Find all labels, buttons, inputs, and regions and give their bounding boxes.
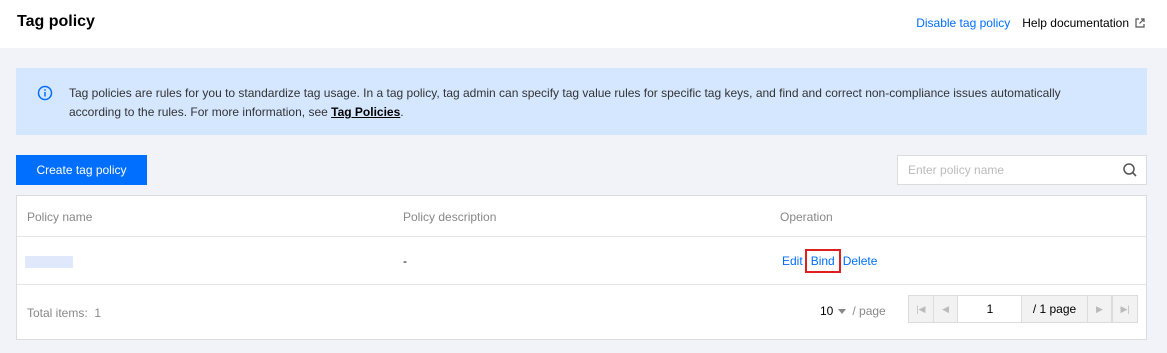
page-size-select[interactable]: 10 / page (820, 304, 886, 318)
notice-suffix: . (400, 105, 404, 119)
notice-body: Tag policies are rules for you to standa… (69, 86, 1061, 119)
edit-link[interactable]: Edit (782, 254, 803, 268)
bind-highlight: Bind (804, 249, 841, 273)
chevron-down-icon (838, 308, 847, 314)
disable-tag-policy-link[interactable]: Disable tag policy (916, 16, 1010, 30)
help-documentation-link[interactable]: Help documentation (1022, 16, 1145, 30)
info-icon (37, 85, 53, 101)
table-footer: Total items: 1 10 / page |◀ ◀ / 1 page ▶… (17, 285, 1146, 340)
last-page-icon[interactable]: ▶| (1112, 296, 1137, 322)
page-header: Tag policy Disable tag policy Help docum… (0, 0, 1167, 48)
policy-description: - (403, 254, 407, 268)
total-items-label: Total items: (27, 306, 88, 320)
search-input[interactable] (898, 156, 1118, 184)
total-items: Total items: 1 (27, 306, 101, 320)
pagination-controls: |◀ ◀ / 1 page ▶ ▶| (908, 295, 1138, 323)
first-page-icon[interactable]: |◀ (909, 296, 934, 322)
total-items-count: 1 (94, 306, 102, 320)
policy-table: Policy name Policy description Operation… (16, 195, 1147, 340)
search-box (897, 155, 1147, 185)
page-title: Tag policy (17, 13, 95, 30)
notice-text: Tag policies are rules for you to standa… (69, 84, 1109, 122)
create-tag-policy-button[interactable]: Create tag policy (16, 155, 147, 185)
operation-links: Edit Bind Delete (782, 249, 877, 273)
table-header: Policy name Policy description Operation (17, 196, 1146, 237)
policy-name-masked[interactable] (25, 256, 73, 268)
page-number-input[interactable] (958, 296, 1023, 322)
table-row: - Edit Bind Delete (17, 237, 1146, 285)
bind-link[interactable]: Bind (811, 254, 835, 268)
tag-policies-link[interactable]: Tag Policies (331, 105, 400, 119)
prev-page-icon[interactable]: ◀ (933, 296, 959, 322)
next-page-icon[interactable]: ▶ (1087, 296, 1113, 322)
info-notice: Tag policies are rules for you to standa… (16, 68, 1147, 135)
search-icon[interactable] (1122, 162, 1138, 178)
total-pages-label: / 1 page (1022, 296, 1088, 322)
column-policy-name: Policy name (27, 210, 93, 224)
column-operation: Operation (780, 210, 833, 224)
page-size-value: 10 (820, 304, 834, 318)
column-policy-description: Policy description (403, 210, 497, 224)
help-documentation-label: Help documentation (1022, 16, 1129, 30)
external-link-icon (1135, 18, 1145, 28)
per-page-label: / page (852, 304, 886, 318)
delete-link[interactable]: Delete (843, 254, 878, 268)
header-links: Disable tag policy Help documentation (916, 16, 1145, 30)
